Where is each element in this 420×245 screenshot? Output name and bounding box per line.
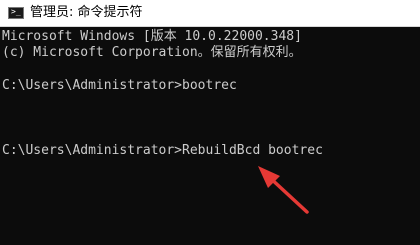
red-arrow-annotation xyxy=(258,166,309,214)
